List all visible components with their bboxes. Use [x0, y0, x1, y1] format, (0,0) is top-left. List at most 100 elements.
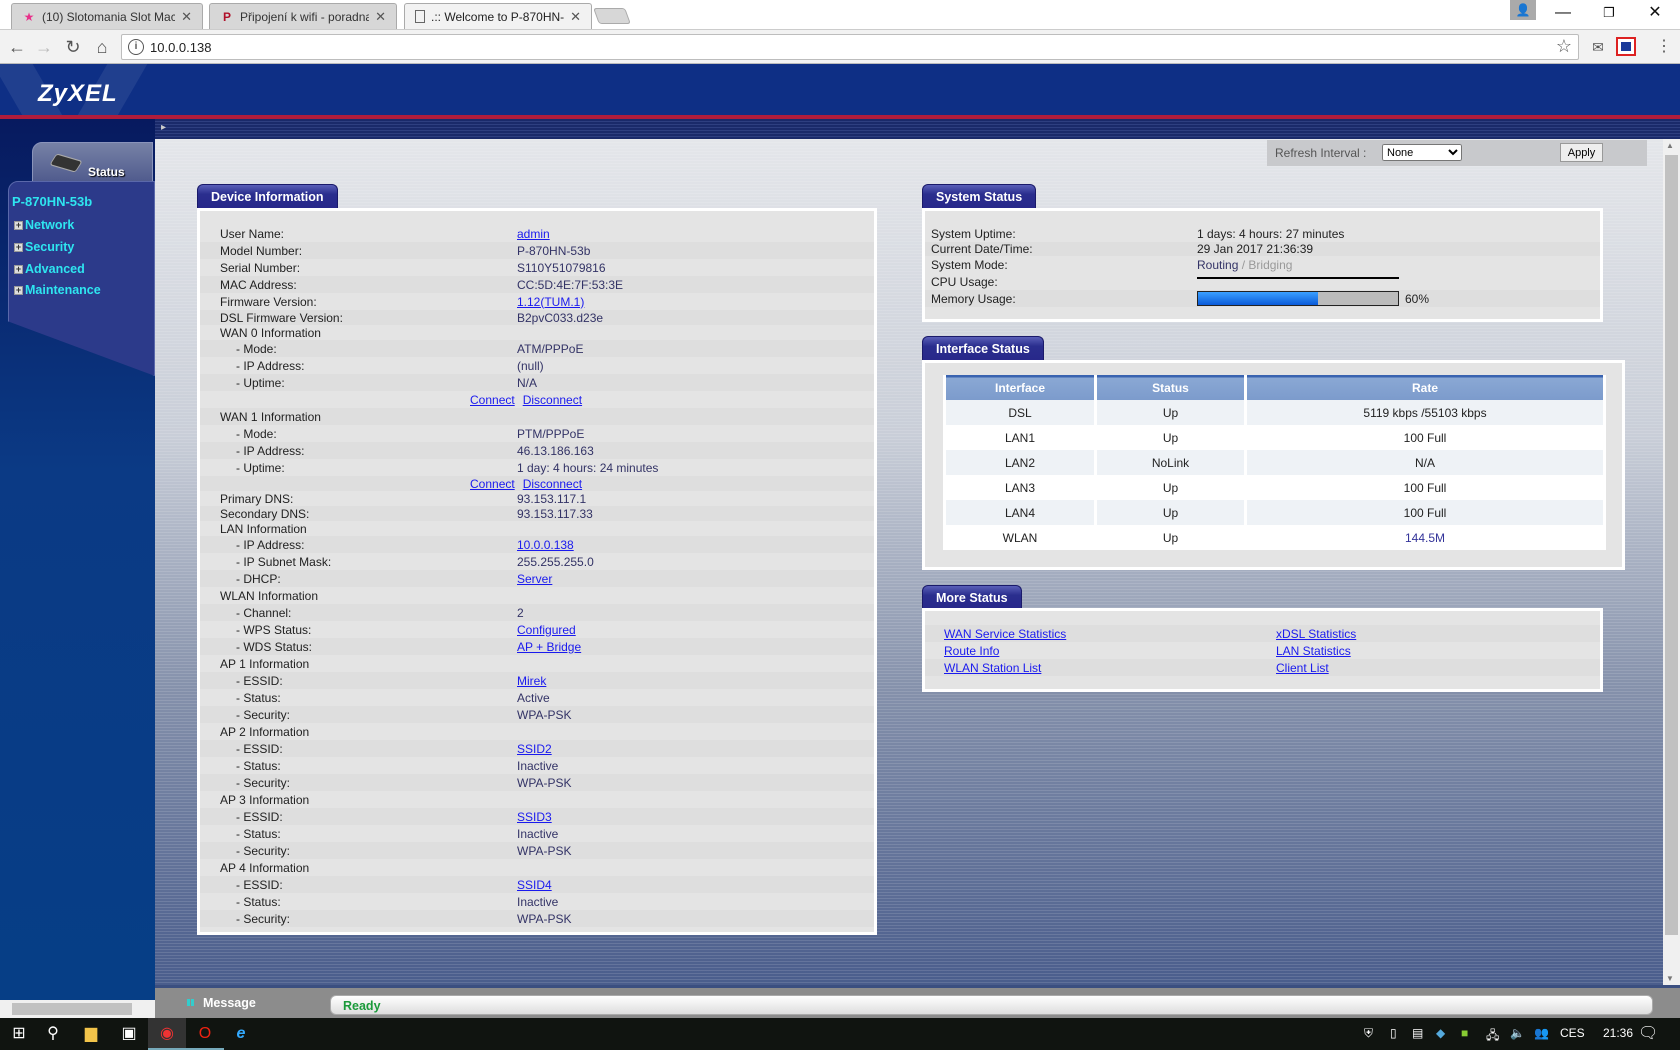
- info-value: B2pvC033.d23e: [517, 310, 604, 325]
- status-text: Ready: [343, 999, 381, 1013]
- wlan-station-list-link[interactable]: WLAN Station List: [944, 661, 1041, 675]
- wan-service-statistics-link[interactable]: WAN Service Statistics: [944, 627, 1066, 641]
- close-tab-icon[interactable]: ✕: [375, 9, 386, 25]
- address-bar[interactable]: i 10.0.0.138 ☆: [121, 34, 1579, 60]
- browser-tab-welcome[interactable]: .:: Welcome to P-870HN- ✕: [404, 3, 592, 29]
- disconnect-link[interactable]: Disconnect: [523, 393, 582, 407]
- info-value: WPA-PSK: [517, 843, 572, 858]
- close-tab-icon[interactable]: ✕: [570, 9, 581, 25]
- vertical-scrollbar[interactable]: ▲ ▼: [1663, 139, 1680, 985]
- info-value-link[interactable]: Server: [517, 572, 552, 586]
- defender-shield-icon[interactable]: ⛨: [1364, 1026, 1373, 1041]
- restore-button[interactable]: ❐: [1586, 0, 1632, 28]
- sidebar-item-maintenance[interactable]: + Maintenance: [14, 283, 101, 297]
- expand-plus-icon[interactable]: +: [14, 264, 23, 274]
- url-text[interactable]: 10.0.0.138: [150, 40, 211, 55]
- more-status-tab: More Status: [922, 585, 1022, 609]
- close-window-button[interactable]: ✕: [1632, 0, 1678, 28]
- search-icon[interactable]: ⚲: [34, 1018, 72, 1050]
- menu-icon[interactable]: ⋮: [1652, 35, 1676, 59]
- info-value-link[interactable]: AP + Bridge: [517, 640, 581, 654]
- tab-title: (10) Slotomania Slot Mac: [42, 9, 176, 24]
- user-tray-icon[interactable]: 👥: [1534, 1026, 1549, 1040]
- info-row: - Uptime: N/A: [200, 374, 874, 391]
- route-info-link[interactable]: Route Info: [944, 644, 999, 658]
- uk-flag-extension-icon[interactable]: [1616, 37, 1636, 56]
- mail-extension-icon[interactable]: ✉: [1586, 35, 1610, 59]
- info-label: - Status:: [236, 758, 281, 773]
- forward-icon[interactable]: →: [32, 35, 56, 59]
- expand-plus-icon[interactable]: +: [14, 242, 23, 252]
- connect-link[interactable]: Connect: [470, 477, 515, 491]
- sidebar-item-network[interactable]: + Network: [14, 218, 74, 232]
- info-row: Primary DNS: 93.153.117.1: [200, 491, 874, 506]
- info-row: Firmware Version: 1.12(TUM.1): [200, 293, 874, 310]
- action-center-icon[interactable]: 🗨: [1638, 1023, 1658, 1043]
- info-row: - IP Address: 46.13.186.163: [200, 442, 874, 459]
- windows-taskbar: ⊞ ⚲ ▆ ▣ ◉ O e ⛨ ▯ ▤ ◆ ■ 🖧 🔈 👥 CES 21:36 …: [0, 1018, 1680, 1050]
- home-icon[interactable]: ⌂: [90, 35, 114, 59]
- bookmark-star-icon[interactable]: ☆: [1556, 36, 1572, 57]
- info-label: - ESSID:: [236, 877, 283, 892]
- volume-icon[interactable]: 🔈: [1510, 1026, 1525, 1040]
- info-value-link[interactable]: Configured: [517, 623, 576, 637]
- app-tray-icon[interactable]: ◆: [1436, 1026, 1445, 1040]
- file-explorer-icon[interactable]: ▆: [72, 1018, 110, 1050]
- info-value: 1 day: 4 hours: 24 minutes: [517, 460, 659, 475]
- sidebar-item-label: Security: [25, 240, 75, 254]
- info-icon[interactable]: i: [128, 39, 144, 55]
- client-list-link[interactable]: Client List: [1276, 661, 1329, 675]
- horizontal-scrollbar[interactable]: [0, 1000, 155, 1018]
- apply-button[interactable]: Apply: [1560, 143, 1603, 162]
- sidebar-item-security[interactable]: + Security: [14, 240, 74, 254]
- info-value-link[interactable]: SSID3: [517, 810, 552, 824]
- usb-icon[interactable]: ▯: [1390, 1026, 1397, 1040]
- lan-statistics-link[interactable]: LAN Statistics: [1276, 644, 1351, 658]
- clock[interactable]: 21:36: [1603, 1026, 1633, 1040]
- info-value-link[interactable]: SSID2: [517, 742, 552, 756]
- expand-arrow-icon[interactable]: ▸: [161, 122, 166, 133]
- close-tab-icon[interactable]: ✕: [181, 9, 192, 25]
- network-icon[interactable]: 🖧: [1486, 1026, 1499, 1047]
- reload-icon[interactable]: ↻: [61, 35, 85, 59]
- store-icon[interactable]: ▣: [110, 1018, 148, 1050]
- browser-tab-slotomania[interactable]: ★ (10) Slotomania Slot Mac ✕: [11, 3, 203, 29]
- info-value: WPA-PSK: [517, 775, 572, 790]
- info-value-link[interactable]: Mirek: [517, 674, 546, 688]
- router-icon: [49, 153, 83, 173]
- language-indicator[interactable]: CES: [1560, 1026, 1585, 1040]
- more-status-panel: WAN Service Statistics xDSL Statistics Rou…: [922, 608, 1603, 692]
- disconnect-link[interactable]: Disconnect: [523, 477, 582, 491]
- info-value-link[interactable]: 10.0.0.138: [517, 538, 574, 552]
- refresh-interval-select[interactable]: None: [1382, 144, 1462, 161]
- storage-icon[interactable]: ▤: [1412, 1026, 1423, 1040]
- opera-icon[interactable]: O: [186, 1018, 224, 1050]
- connect-link[interactable]: Connect: [470, 393, 515, 407]
- profile-icon[interactable]: 👤: [1510, 0, 1536, 20]
- xdsl-statistics-link[interactable]: xDSL Statistics: [1276, 627, 1356, 641]
- info-label: - IP Address:: [236, 358, 305, 373]
- new-tab-button[interactable]: [593, 8, 631, 24]
- minimize-button[interactable]: —: [1540, 0, 1586, 28]
- info-row: - Status: Active: [200, 689, 874, 706]
- browser-tab-pripojeni[interactable]: P Připojení k wifi - poradna ✕: [209, 3, 397, 29]
- expand-plus-icon[interactable]: +: [14, 285, 23, 295]
- info-value: PTM/PPPoE: [517, 426, 585, 441]
- status-cell: Up: [1097, 500, 1244, 525]
- chrome-icon[interactable]: ◉: [148, 1018, 186, 1050]
- info-label: - Security:: [236, 775, 291, 790]
- device-model-title[interactable]: P-870HN-53b: [12, 194, 92, 209]
- sidebar-item-advanced[interactable]: + Advanced: [14, 262, 85, 276]
- nvidia-icon[interactable]: ■: [1461, 1026, 1468, 1040]
- info-value-link[interactable]: 1.12(TUM.1): [517, 295, 584, 309]
- back-icon[interactable]: ←: [5, 35, 29, 59]
- info-value: WPA-PSK: [517, 707, 572, 722]
- windows-start-icon[interactable]: ⊞: [0, 1018, 38, 1050]
- internet-explorer-icon[interactable]: e: [222, 1018, 260, 1050]
- info-label: Firmware Version:: [220, 294, 317, 309]
- info-value-link[interactable]: SSID4: [517, 878, 552, 892]
- info-value-link[interactable]: admin: [517, 227, 550, 241]
- expand-plus-icon[interactable]: +: [14, 220, 23, 230]
- status-cell: Up: [1162, 480, 1179, 495]
- memory-usage-label: Memory Usage:: [931, 291, 1016, 306]
